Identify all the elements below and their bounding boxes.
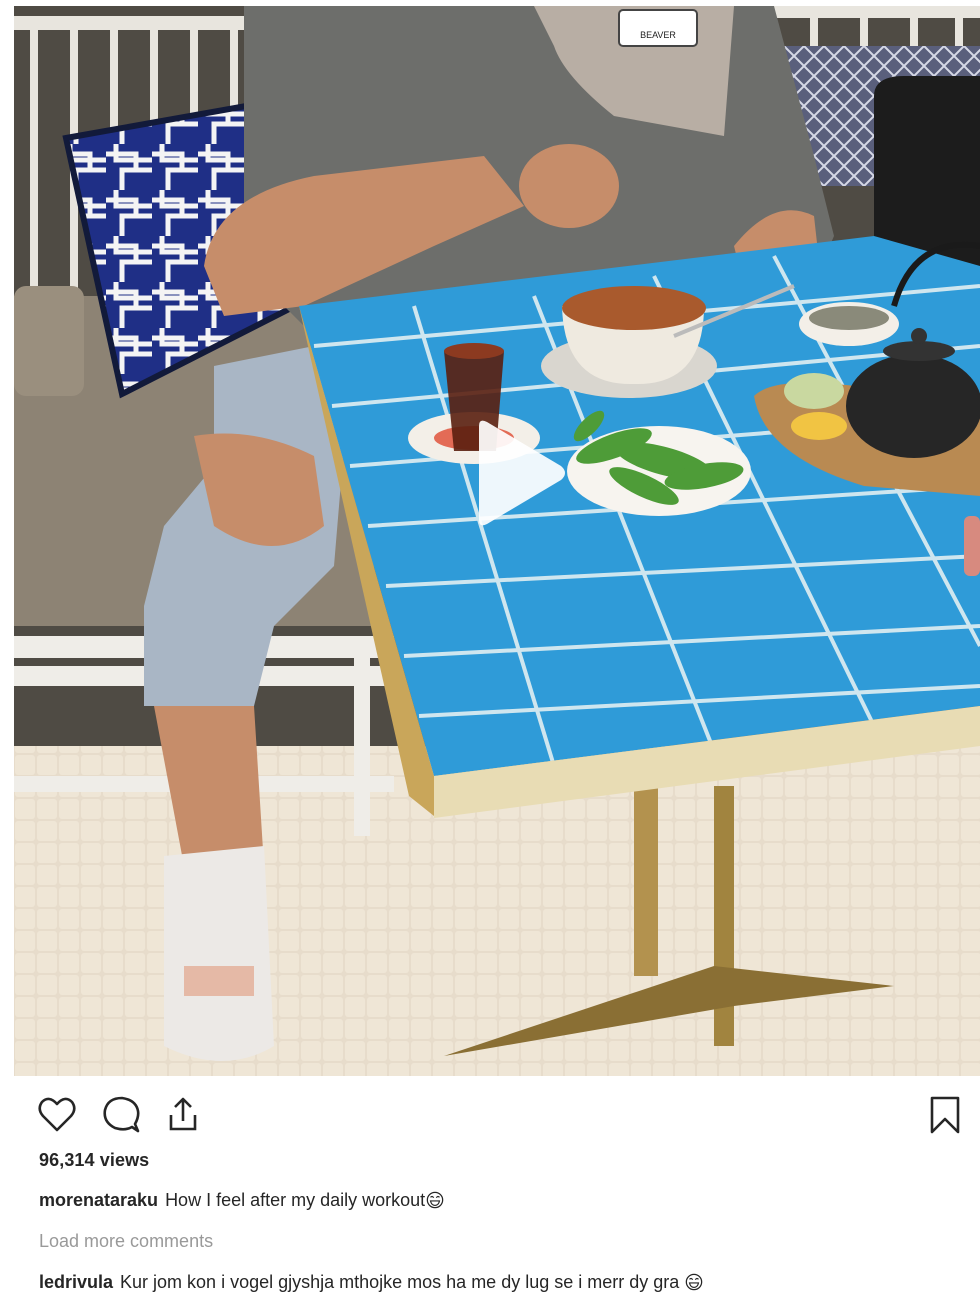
instagram-post: BEAVER 96,314 views morenataraku How I f… <box>0 0 980 1307</box>
play-icon <box>479 420 565 526</box>
post-actions <box>0 1076 980 1146</box>
share-button[interactable] <box>162 1094 204 1136</box>
post-caption: morenataraku How I feel after my daily wo… <box>39 1190 444 1211</box>
load-more-comments-link[interactable]: Load more comments <box>39 1231 213 1252</box>
caption-text: How I feel after my daily workout <box>165 1190 426 1210</box>
bookmark-icon <box>930 1096 960 1134</box>
comment-icon <box>103 1096 140 1133</box>
laughing-emoji-icon <box>686 1273 703 1291</box>
comment-text: Kur jom kon i vogel gjyshja mthojke mos … <box>120 1272 680 1292</box>
like-button[interactable] <box>36 1094 78 1136</box>
cap-label: BEAVER <box>640 30 676 40</box>
post-video[interactable]: BEAVER <box>14 6 980 1076</box>
share-icon <box>169 1097 197 1131</box>
laughing-emoji-icon <box>426 1191 444 1209</box>
video-frame: BEAVER <box>14 6 980 1076</box>
heart-icon <box>38 1097 76 1132</box>
view-count: 96,314 views <box>39 1150 150 1170</box>
comment-item: ledrivula Kur jom kon i vogel gjyshja mth… <box>39 1272 703 1293</box>
comment-username[interactable]: ledrivula <box>39 1272 113 1292</box>
save-button[interactable] <box>924 1094 966 1136</box>
comment-button[interactable] <box>100 1094 142 1136</box>
caption-username[interactable]: morenataraku <box>39 1190 158 1210</box>
